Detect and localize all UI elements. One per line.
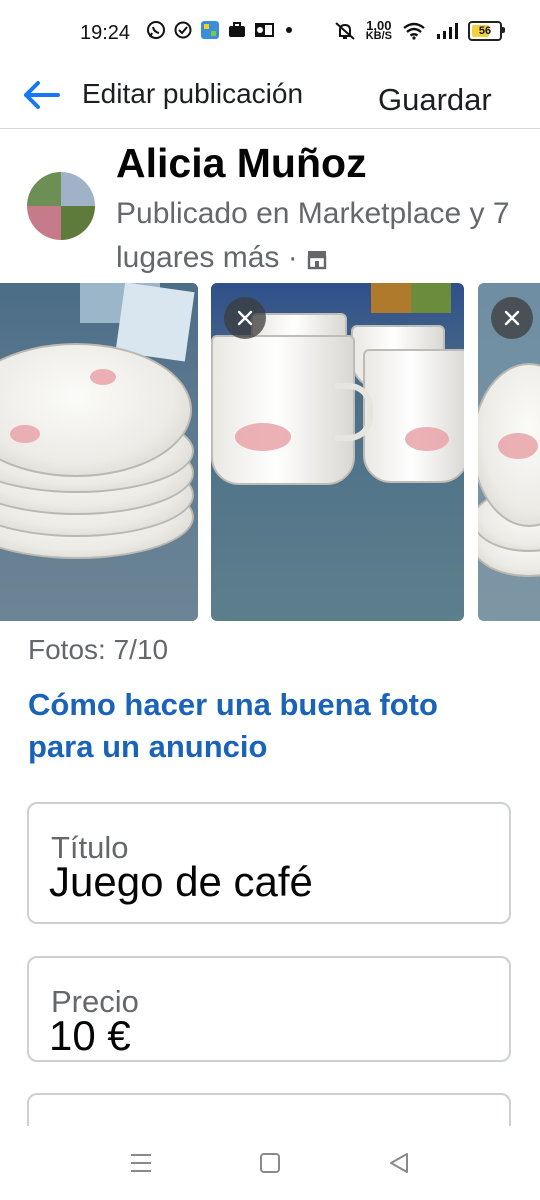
profile-name: Alicia Muñoz: [116, 140, 367, 186]
close-icon: [237, 310, 253, 326]
publication-meta: Publicado en Marketplace y 7 lugares más…: [116, 192, 526, 284]
recents-button[interactable]: [126, 1148, 156, 1178]
save-button[interactable]: Guardar: [378, 82, 492, 118]
remove-photo-button[interactable]: [491, 297, 533, 339]
back-nav-button[interactable]: [384, 1148, 414, 1178]
avatar[interactable]: [27, 172, 95, 240]
photo-thumbnail[interactable]: [0, 283, 198, 621]
close-icon: [504, 310, 520, 326]
title-field-value[interactable]: Juego de café: [49, 858, 313, 906]
check-circle-icon: [174, 21, 192, 39]
price-field[interactable]: Precio 10 €: [27, 956, 511, 1062]
outlook-icon: [254, 21, 274, 39]
mute-icon: [334, 21, 356, 41]
back-button[interactable]: [20, 74, 62, 116]
network-speed-unit: KB/S: [365, 30, 392, 42]
arrow-left-icon: [24, 81, 60, 109]
triangle-back-icon: [390, 1153, 408, 1173]
photo-thumbnail[interactable]: [211, 283, 464, 621]
briefcase-icon: [228, 21, 246, 39]
system-icons: 1,00 KB/S 56: [334, 19, 505, 42]
menu-icon: [131, 1154, 151, 1172]
shop-icon: [306, 240, 328, 284]
whatsapp-icon: [146, 20, 166, 40]
app-header: Editar publicación Guardar: [0, 64, 540, 129]
battery-level: 56: [478, 24, 492, 37]
notification-icons: [146, 20, 296, 40]
photo-count: Fotos: 7/10: [28, 634, 169, 665]
remove-photo-button[interactable]: [224, 297, 266, 339]
battery-icon: 56: [468, 20, 505, 41]
navigation-bar: [0, 1126, 540, 1200]
title-field[interactable]: Título Juego de café: [27, 802, 511, 924]
home-button[interactable]: [255, 1148, 285, 1178]
signal-icon: [436, 22, 458, 40]
status-time: 19:24: [80, 22, 131, 44]
status-bar: 19:24 1,00 KB/S 56: [0, 0, 540, 64]
app-icon: [200, 20, 220, 40]
price-field-value[interactable]: 10 €: [49, 1012, 131, 1060]
dot-icon: [282, 23, 296, 37]
page-title: Editar publicación: [82, 78, 304, 109]
photo-tips-link[interactable]: Cómo hacer una buena foto para un anunci…: [28, 684, 508, 768]
network-speed: 1,00 KB/S: [365, 19, 392, 42]
square-icon: [260, 1153, 280, 1173]
wifi-icon: [402, 22, 426, 40]
photo-strip[interactable]: [0, 283, 540, 621]
photo-thumbnail[interactable]: [478, 283, 540, 621]
